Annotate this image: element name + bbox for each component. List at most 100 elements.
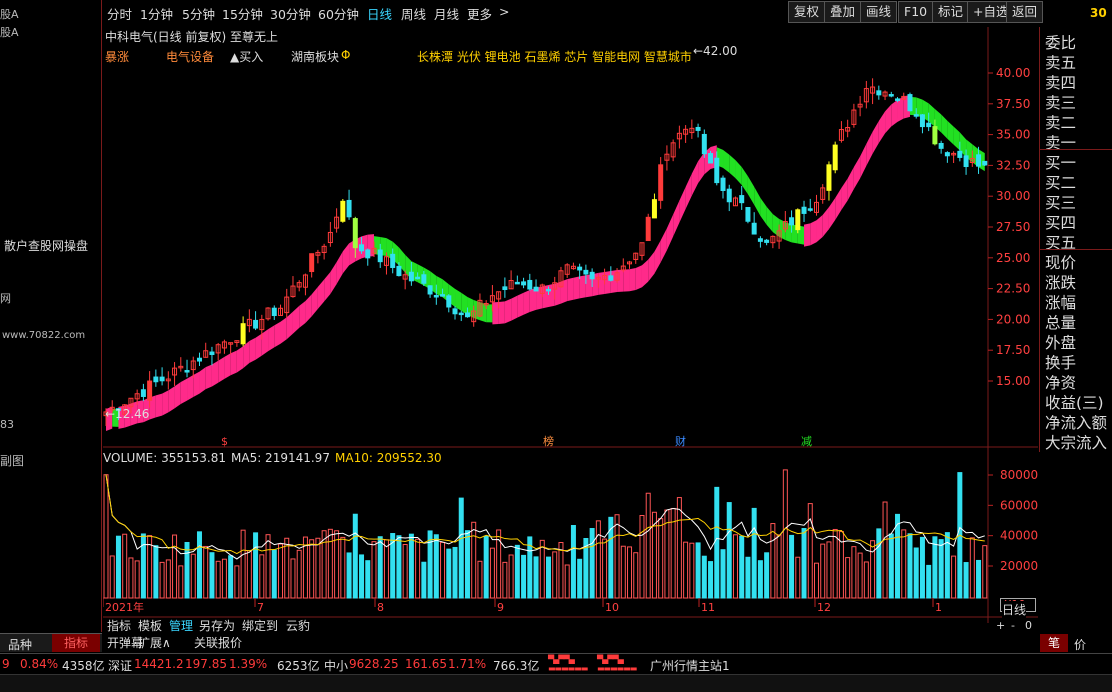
tab-varieties[interactable]: 品种: [8, 636, 32, 653]
f10-button[interactable]: F10: [898, 1, 934, 23]
period-button[interactable]: 1分钟: [140, 4, 173, 23]
volume-bar: [253, 532, 259, 599]
volume-bar: [832, 528, 838, 599]
quote-field-8: 买三: [1045, 194, 1077, 212]
ma-band-segment: [891, 99, 898, 127]
volume-bar: [334, 530, 340, 599]
zoom-reset-button[interactable]: 0: [1025, 619, 1032, 632]
volume-bar: [907, 533, 913, 599]
kline-chart[interactable]: 40.00 37.50 35.00 32.50 30.00 27.50 25.00 22.50…: [103, 27, 1039, 627]
tab-cloud[interactable]: 云豹: [282, 618, 314, 634]
expand-button[interactable]: 扩展∧: [134, 635, 175, 651]
quote-panel: 委比 卖五 卖四 卖三 卖二 卖一 买一 买二 买三 买四 买五 现价 涨跌 涨幅 总量 外盘 换手 净资 收益(三…: [1039, 27, 1112, 452]
ma-band-segment: [567, 277, 574, 302]
candle-body: [932, 126, 938, 145]
volume-bar: [627, 546, 633, 599]
overlay-button[interactable]: 叠加: [824, 1, 862, 23]
related-quotes-button[interactable]: 关联报价: [190, 635, 246, 651]
tab-template[interactable]: 模板: [134, 618, 166, 634]
ma-band-segment: [822, 207, 829, 237]
ma-band-segment: [610, 270, 618, 294]
sz-name[interactable]: 深证: [108, 657, 132, 674]
zx-amount: 766.3亿: [493, 659, 540, 673]
mark-button[interactable]: 标记: [932, 1, 970, 23]
index-amount: 4358亿: [62, 659, 105, 673]
volume-bar: [278, 543, 284, 599]
candle-body: [527, 279, 533, 290]
candle-body: [919, 114, 925, 128]
volume-bar: [901, 529, 907, 599]
quote-field-0: 委比: [1045, 34, 1077, 52]
period-button[interactable]: 周线: [401, 4, 426, 23]
zx-name[interactable]: 中小: [324, 657, 348, 674]
period-button-active[interactable]: 日线: [367, 4, 392, 23]
period-button[interactable]: 分时: [107, 4, 132, 23]
candle-body: [976, 154, 982, 167]
tab-indicator[interactable]: 指标: [103, 618, 135, 634]
volume-tick-label: 80000: [1000, 468, 1038, 482]
ma-band-segment: [243, 341, 250, 369]
period-button[interactable]: 60分钟: [318, 4, 359, 23]
ma-band-segment: [492, 301, 499, 325]
ma-band-segment: [542, 284, 549, 309]
more-button[interactable]: 更多: [467, 4, 492, 23]
candle-body: [464, 312, 470, 318]
zx-pct: 1.71%: [448, 657, 487, 671]
tab-tick[interactable]: 笔: [1040, 634, 1068, 652]
sidebar-item[interactable]: 股A: [0, 6, 19, 22]
adjust-button[interactable]: 复权: [788, 1, 826, 23]
ma-band-segment: [747, 176, 755, 205]
period-button[interactable]: 15分钟: [222, 4, 263, 23]
ma-band-segment: [317, 279, 325, 309]
tab-manage[interactable]: 管理: [165, 618, 197, 634]
period-button[interactable]: 月线: [434, 4, 459, 23]
chevron-right-icon[interactable]: >: [499, 4, 509, 19]
tab-indicators[interactable]: 指标: [52, 634, 100, 652]
ma-band-segment: [654, 240, 661, 274]
volume-bar: [795, 556, 801, 599]
server-station[interactable]: 广州行情主站1: [650, 657, 730, 674]
volume-bar: [352, 513, 358, 599]
sz-amount: 6253亿: [277, 659, 320, 673]
volume-bar: [178, 565, 184, 599]
price-tick-label: 20.00: [996, 312, 1030, 326]
volume-bar: [433, 534, 439, 599]
volume-bar: [714, 486, 720, 599]
quote-field-13: 涨幅: [1045, 294, 1077, 312]
volume-bar: [870, 540, 876, 599]
volume-bar: [863, 561, 869, 599]
sidebar-item[interactable]: 股A: [0, 24, 19, 40]
month-label: 8: [377, 601, 384, 614]
ma-band-segment: [941, 114, 948, 139]
sidebar-item[interactable]: 散户查股网操盘: [4, 237, 88, 254]
sidebar-item[interactable]: 副图: [0, 452, 24, 469]
zoom-out-button[interactable]: -: [1011, 619, 1015, 632]
tab-save-as[interactable]: 另存为: [195, 618, 239, 634]
sidebar-item[interactable]: 网: [0, 290, 11, 306]
draw-line-button[interactable]: 画线: [860, 1, 898, 23]
period-button[interactable]: 5分钟: [182, 4, 215, 23]
ma-band-segment: [953, 126, 960, 151]
volume-bar: [695, 542, 701, 599]
tab-bind[interactable]: 绑定到: [238, 618, 282, 634]
period-toolbar: 分时 1分钟 5分钟 15分钟 30分钟 60分钟 日线 周线 月线 更多 > …: [103, 1, 1044, 26]
price-tick-label: 27.50: [996, 220, 1030, 234]
volume-bar: [109, 555, 115, 599]
ma-band-segment: [523, 289, 530, 315]
volume-bar: [857, 552, 863, 599]
volume-bar: [103, 474, 109, 599]
candle-body: [271, 307, 277, 317]
ma-band-segment: [723, 149, 730, 173]
sidebar-item[interactable]: 83: [0, 418, 14, 431]
volume-bar: [396, 535, 402, 599]
tab-price[interactable]: 价: [1074, 636, 1086, 653]
candle-body: [926, 122, 932, 128]
candle-body: [708, 153, 714, 164]
quote-field-18: 收益(三): [1045, 394, 1104, 412]
volume-tick-label: 40000: [1000, 529, 1038, 543]
back-button[interactable]: 返回: [1006, 1, 1044, 23]
period-button[interactable]: 30分钟: [270, 4, 311, 23]
ma-band-segment: [286, 311, 293, 340]
volume-bar: [359, 554, 365, 599]
ma-band-segment: [180, 378, 188, 405]
